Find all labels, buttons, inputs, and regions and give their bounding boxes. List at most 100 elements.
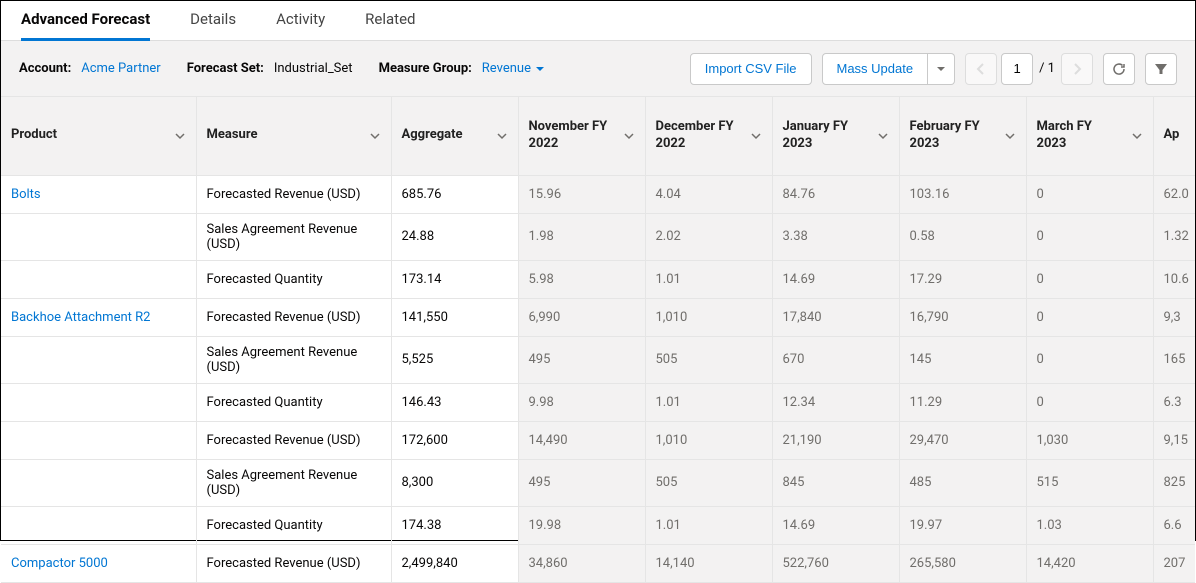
data-cell[interactable]: 485	[899, 459, 1026, 506]
data-cell[interactable]: 62.0	[1153, 175, 1195, 213]
chevron-down-icon[interactable]	[623, 130, 635, 142]
data-cell[interactable]: 845	[772, 459, 899, 506]
data-cell[interactable]: 505	[645, 336, 772, 383]
tab-details[interactable]: Details	[190, 1, 236, 41]
data-cell[interactable]: 522,760	[772, 544, 899, 582]
data-cell[interactable]: 4.04	[645, 175, 772, 213]
prev-page-button[interactable]	[965, 53, 997, 85]
measure-group-select[interactable]: Revenue	[482, 61, 545, 76]
col-header-measure[interactable]: Measure	[196, 97, 391, 175]
product-link[interactable]: Bolts	[1, 175, 196, 213]
product-cell	[1, 213, 196, 260]
data-cell[interactable]: 6.6	[1153, 506, 1195, 544]
data-cell[interactable]: 0	[1026, 213, 1153, 260]
chevron-down-icon[interactable]	[369, 130, 381, 142]
data-cell[interactable]: 19.98	[518, 506, 645, 544]
chevron-down-icon[interactable]	[750, 130, 762, 142]
data-cell[interactable]: 1,030	[1026, 421, 1153, 459]
chevron-down-icon[interactable]	[877, 130, 889, 142]
col-header-month-4[interactable]: March FY 2023	[1026, 97, 1153, 175]
mass-update-menu-button[interactable]	[928, 53, 955, 85]
col-header-month-1[interactable]: December FY 2022	[645, 97, 772, 175]
product-cell	[1, 383, 196, 421]
refresh-button[interactable]	[1103, 53, 1135, 85]
data-cell[interactable]: 0	[1026, 383, 1153, 421]
col-header-month-0[interactable]: November FY 2022	[518, 97, 645, 175]
data-cell[interactable]: 825	[1153, 459, 1195, 506]
table-row: Forecasted Quantity173.145.981.0114.6917…	[1, 260, 1195, 298]
data-cell[interactable]: 15.96	[518, 175, 645, 213]
data-cell[interactable]: 17,840	[772, 298, 899, 336]
chevron-down-icon[interactable]	[174, 130, 186, 142]
page-input[interactable]	[1001, 53, 1033, 85]
data-cell[interactable]: 29,470	[899, 421, 1026, 459]
data-cell[interactable]: 103.16	[899, 175, 1026, 213]
data-cell[interactable]: 0	[1026, 260, 1153, 298]
data-cell[interactable]: 3.38	[772, 213, 899, 260]
data-cell[interactable]: 14.69	[772, 506, 899, 544]
data-cell[interactable]: 165	[1153, 336, 1195, 383]
data-cell[interactable]: 6.3	[1153, 383, 1195, 421]
data-cell[interactable]: 14,140	[645, 544, 772, 582]
col-header-month-2[interactable]: January FY 2023	[772, 97, 899, 175]
data-cell[interactable]: 495	[518, 336, 645, 383]
data-cell[interactable]: 19.97	[899, 506, 1026, 544]
data-cell[interactable]: 1.32	[1153, 213, 1195, 260]
data-cell[interactable]: 0	[1026, 175, 1153, 213]
data-cell[interactable]: 17.29	[899, 260, 1026, 298]
data-cell[interactable]: 12.34	[772, 383, 899, 421]
data-cell[interactable]: 495	[518, 459, 645, 506]
data-cell[interactable]: 515	[1026, 459, 1153, 506]
filter-icon	[1154, 62, 1168, 76]
data-cell[interactable]: 14,420	[1026, 544, 1153, 582]
data-cell[interactable]: 1.98	[518, 213, 645, 260]
forecast-set-label: Forecast Set:	[187, 61, 264, 76]
col-header-month-5[interactable]: Ap	[1153, 97, 1195, 175]
data-cell[interactable]: 1.03	[1026, 506, 1153, 544]
filter-button[interactable]	[1145, 53, 1177, 85]
import-csv-button[interactable]: Import CSV File	[690, 53, 812, 85]
data-cell[interactable]: 0	[1026, 298, 1153, 336]
account-link[interactable]: Acme Partner	[81, 61, 160, 76]
data-cell[interactable]: 21,190	[772, 421, 899, 459]
data-cell[interactable]: 14,490	[518, 421, 645, 459]
col-header-product[interactable]: Product	[1, 97, 196, 175]
data-cell[interactable]: 505	[645, 459, 772, 506]
data-cell[interactable]: 1.01	[645, 383, 772, 421]
data-cell[interactable]: 14.69	[772, 260, 899, 298]
col-header-aggregate[interactable]: Aggregate	[391, 97, 518, 175]
tab-activity[interactable]: Activity	[276, 1, 325, 41]
data-cell[interactable]: 9,15	[1153, 421, 1195, 459]
data-cell[interactable]: 1,010	[645, 298, 772, 336]
mass-update-button[interactable]: Mass Update	[822, 53, 929, 85]
next-page-button[interactable]	[1061, 53, 1093, 85]
data-cell[interactable]: 1.01	[645, 260, 772, 298]
data-cell[interactable]: 0.58	[899, 213, 1026, 260]
product-link[interactable]: Backhoe Attachment R2	[1, 298, 196, 336]
data-cell[interactable]: 10.6	[1153, 260, 1195, 298]
data-cell[interactable]: 207	[1153, 544, 1195, 582]
data-cell[interactable]: 145	[899, 336, 1026, 383]
chevron-down-icon[interactable]	[496, 130, 508, 142]
chevron-down-icon[interactable]	[1131, 130, 1143, 142]
data-cell[interactable]: 9,3	[1153, 298, 1195, 336]
tab-related[interactable]: Related	[365, 1, 415, 41]
data-cell[interactable]: 265,580	[899, 544, 1026, 582]
data-cell[interactable]: 1,010	[645, 421, 772, 459]
product-link[interactable]: Compactor 5000	[1, 544, 196, 582]
data-cell[interactable]: 16,790	[899, 298, 1026, 336]
data-cell[interactable]: 9.98	[518, 383, 645, 421]
data-cell[interactable]: 1.01	[645, 506, 772, 544]
data-cell[interactable]: 670	[772, 336, 899, 383]
data-cell[interactable]: 34,860	[518, 544, 645, 582]
data-cell[interactable]: 5.98	[518, 260, 645, 298]
chevron-down-icon[interactable]	[1004, 130, 1016, 142]
chevron-left-icon	[976, 63, 986, 75]
data-cell[interactable]: 0	[1026, 336, 1153, 383]
data-cell[interactable]: 6,990	[518, 298, 645, 336]
tab-advanced-forecast[interactable]: Advanced Forecast	[21, 1, 150, 41]
data-cell[interactable]: 11.29	[899, 383, 1026, 421]
data-cell[interactable]: 84.76	[772, 175, 899, 213]
col-header-month-3[interactable]: February FY 2023	[899, 97, 1026, 175]
data-cell[interactable]: 2.02	[645, 213, 772, 260]
